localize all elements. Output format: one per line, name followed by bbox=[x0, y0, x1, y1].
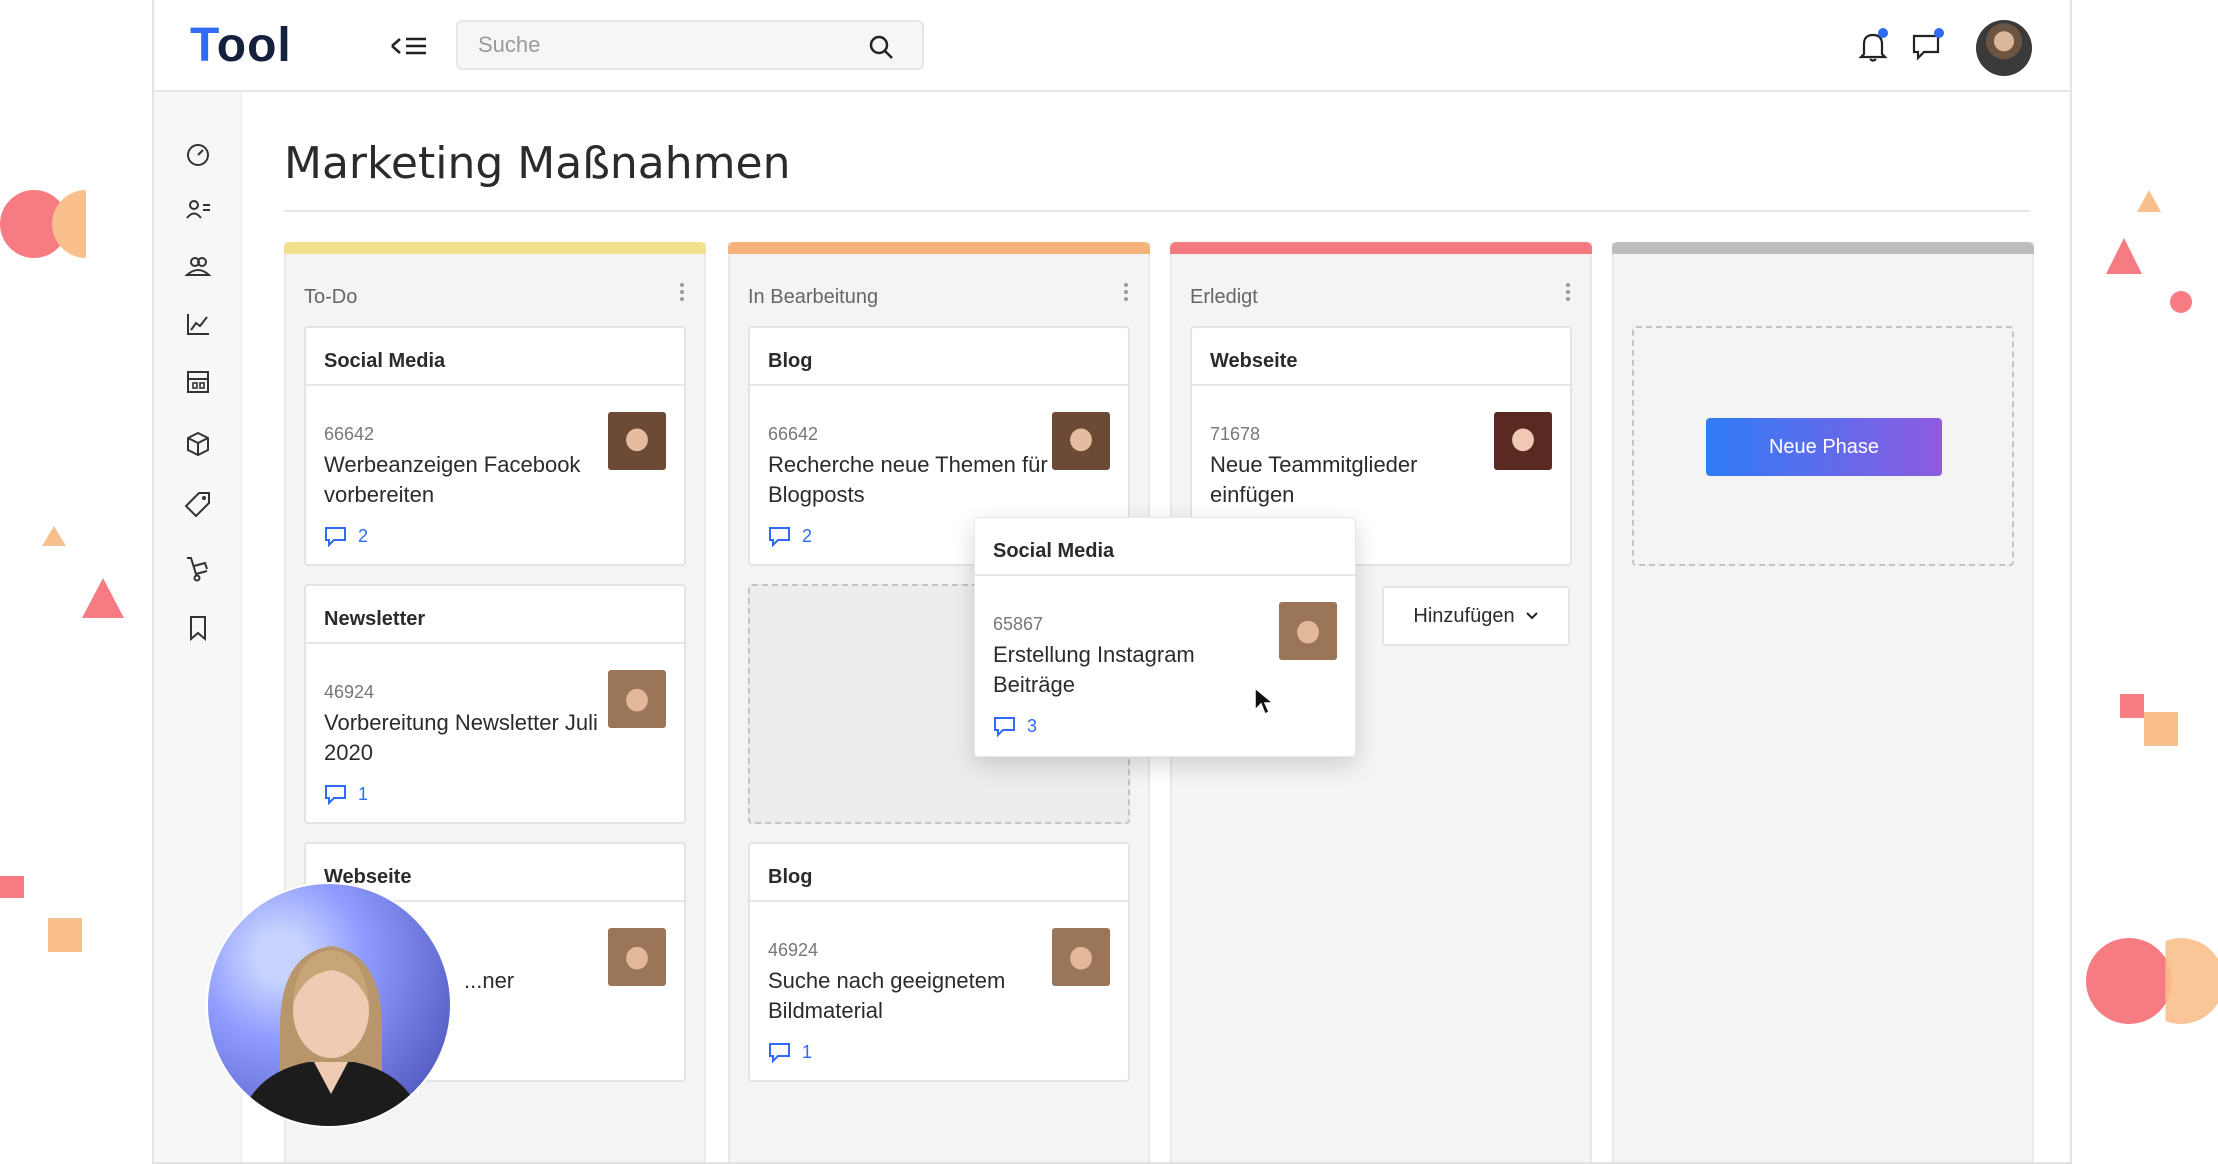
card-category: Social Media bbox=[975, 518, 1355, 576]
deco-triangle-left bbox=[82, 578, 124, 618]
comment-icon bbox=[769, 527, 790, 547]
chart-icon[interactable] bbox=[184, 310, 212, 338]
presenter-video bbox=[206, 882, 452, 1128]
card-id: 65867 bbox=[993, 614, 1044, 634]
column-new-phase: Neue Phase bbox=[1612, 242, 2034, 1162]
card-title: Vorbereitung Newsletter Juli 2020 bbox=[324, 710, 598, 765]
deco-square-pink-right bbox=[2120, 694, 2144, 718]
logo[interactable]: Tool bbox=[190, 18, 292, 73]
comment-count[interactable]: 3 bbox=[993, 714, 1037, 738]
card-title: Werbeanzeigen Facebook vorbereiten bbox=[324, 452, 581, 507]
comment-count[interactable]: 1 bbox=[768, 1040, 812, 1064]
deco-square-orange-left bbox=[48, 918, 82, 952]
new-phase-dropzone: Neue Phase bbox=[1632, 326, 2014, 566]
team-icon[interactable] bbox=[184, 252, 212, 280]
deco-triangle-pink-right bbox=[2106, 238, 2142, 274]
user-avatar[interactable] bbox=[1976, 20, 2032, 76]
dragged-card[interactable]: Social Media 65867 Erstellung Instagram … bbox=[974, 517, 1356, 757]
page-title: Marketing Maßnahmen bbox=[284, 138, 791, 189]
deco-triangle-orange-right bbox=[2137, 190, 2161, 212]
bell-icon[interactable] bbox=[1858, 28, 1888, 62]
comment-icon bbox=[325, 527, 346, 547]
card-category: Blog bbox=[750, 328, 1128, 386]
column-menu-icon[interactable] bbox=[1122, 280, 1130, 306]
notification-dot bbox=[1878, 28, 1888, 38]
comment-count[interactable]: 1 bbox=[324, 782, 368, 806]
column-title: In Bearbeitung bbox=[748, 286, 879, 308]
column-title: Erledigt bbox=[1190, 286, 1258, 308]
comment-icon bbox=[769, 1043, 790, 1063]
assignee-avatar[interactable] bbox=[608, 412, 666, 470]
deco-square-pink-left bbox=[0, 876, 24, 898]
title-divider bbox=[284, 210, 2030, 212]
comment-count-value: 2 bbox=[358, 525, 369, 546]
message-dot bbox=[1934, 28, 1944, 38]
comment-count-value: 2 bbox=[802, 525, 813, 546]
card-id: 46924 bbox=[324, 682, 375, 702]
column-menu-icon[interactable] bbox=[1564, 280, 1572, 306]
search-input[interactable] bbox=[478, 30, 838, 60]
comment-count-value: 1 bbox=[358, 783, 369, 804]
chat-icon[interactable] bbox=[1910, 28, 1944, 62]
add-button[interactable]: Hinzufügen bbox=[1382, 586, 1570, 646]
column-accent-bar bbox=[284, 242, 706, 254]
comment-count-value: 3 bbox=[1027, 715, 1038, 736]
deco-triangle-small-left bbox=[42, 526, 66, 546]
column-accent-bar bbox=[1170, 242, 1592, 254]
column-menu-icon[interactable] bbox=[678, 280, 686, 306]
card-id: 71678 bbox=[1210, 424, 1261, 444]
assignee-avatar[interactable] bbox=[1052, 928, 1110, 986]
card-id: 66642 bbox=[324, 424, 375, 444]
assignee-avatar[interactable] bbox=[608, 928, 666, 986]
assignee-avatar[interactable] bbox=[1494, 412, 1552, 470]
card-category: Webseite bbox=[1192, 328, 1570, 386]
assignee-avatar[interactable] bbox=[1279, 602, 1337, 660]
deco-circle-pink-right bbox=[2086, 938, 2172, 1024]
card-category: Newsletter bbox=[306, 586, 684, 644]
card-title: Suche nach geeignetem Bildmaterial bbox=[768, 968, 1006, 1023]
layout-icon[interactable] bbox=[184, 368, 212, 396]
search-box bbox=[456, 20, 924, 70]
card-title: Erstellung Instagram Beiträge bbox=[993, 642, 1195, 697]
comment-icon bbox=[994, 717, 1015, 737]
box-icon[interactable] bbox=[184, 430, 212, 458]
top-bar: Tool bbox=[154, 0, 2070, 92]
assignee-avatar[interactable] bbox=[608, 670, 666, 728]
card-title: Recherche neue Themen für Blogposts bbox=[768, 452, 1048, 507]
task-card[interactable]: Blog 46924 Suche nach geeignetem Bildmat… bbox=[748, 842, 1130, 1082]
column-title: To-Do bbox=[304, 286, 358, 308]
card-id: 66642 bbox=[768, 424, 819, 444]
contacts-icon[interactable] bbox=[184, 196, 212, 224]
new-phase-button[interactable]: Neue Phase bbox=[1706, 418, 1942, 476]
menu-collapse-icon[interactable] bbox=[390, 28, 430, 64]
comment-count[interactable]: 2 bbox=[324, 524, 368, 548]
comment-count-value: 1 bbox=[802, 1041, 813, 1062]
bookmark-icon[interactable] bbox=[184, 614, 212, 642]
task-card[interactable]: Newsletter 46924 Vorbereitung Newsletter… bbox=[304, 584, 686, 824]
comment-count[interactable]: 2 bbox=[768, 524, 812, 548]
add-button-label: Hinzufügen bbox=[1413, 604, 1515, 627]
deco-dot-pink-right bbox=[2170, 291, 2192, 313]
card-id: 46924 bbox=[768, 940, 819, 960]
search-icon[interactable] bbox=[868, 34, 894, 60]
dashboard-icon[interactable] bbox=[184, 140, 212, 168]
comment-icon bbox=[325, 785, 346, 805]
card-category: Blog bbox=[750, 844, 1128, 902]
card-title: Neue Teammitglieder einfügen bbox=[1210, 452, 1418, 507]
column-accent-bar bbox=[728, 242, 1150, 254]
assignee-avatar[interactable] bbox=[1052, 412, 1110, 470]
chevron-down-icon bbox=[1525, 612, 1538, 620]
tag-icon[interactable] bbox=[184, 490, 212, 518]
cart-icon[interactable] bbox=[184, 554, 212, 582]
deco-circle-orange-left bbox=[52, 190, 86, 258]
card-category: Social Media bbox=[306, 328, 684, 386]
deco-square-orange-right bbox=[2144, 712, 2178, 746]
task-card[interactable]: Social Media 66642 Werbeanzeigen Faceboo… bbox=[304, 326, 686, 566]
column-accent-bar bbox=[1612, 242, 2034, 254]
cursor-icon bbox=[1253, 686, 1276, 716]
